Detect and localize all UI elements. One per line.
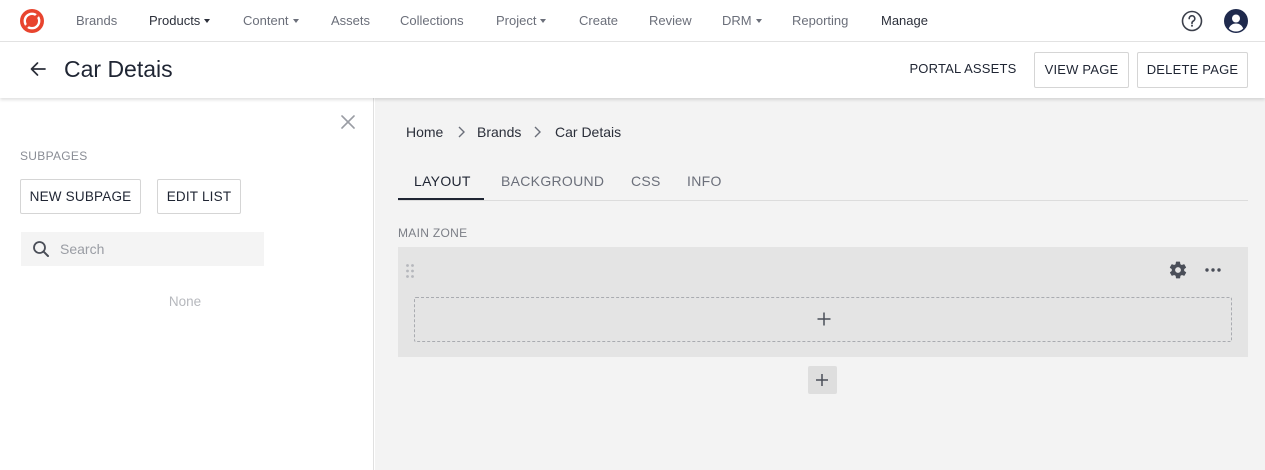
delete-page-button[interactable]: DELETE PAGE — [1137, 52, 1248, 88]
top-navigation-bar: Brands Products Content Assets Collectio… — [0, 0, 1265, 42]
tab-css[interactable]: CSS — [631, 173, 661, 189]
breadcrumb-current: Car Detais — [555, 124, 622, 140]
page-header: Car Detais PORTAL ASSETS VIEW PAGE DELET… — [0, 42, 1265, 98]
back-arrow-icon[interactable] — [28, 59, 48, 79]
tab-layout[interactable]: LAYOUT — [414, 173, 471, 189]
chevron-right-icon — [534, 126, 541, 138]
gear-icon[interactable] — [1168, 260, 1188, 280]
user-avatar-icon[interactable] — [1224, 9, 1248, 33]
nav-item-project[interactable]: Project — [496, 13, 547, 28]
nav-item-drm[interactable]: DRM — [722, 13, 762, 28]
search-icon — [33, 241, 49, 257]
view-page-button[interactable]: VIEW PAGE — [1034, 52, 1129, 88]
add-zone-button[interactable] — [808, 366, 837, 394]
help-circle-icon[interactable] — [1181, 10, 1203, 32]
edit-list-button[interactable]: EDIT LIST — [157, 179, 241, 214]
breadcrumb-home[interactable]: Home — [406, 124, 443, 140]
add-component-dropzone[interactable] — [414, 297, 1232, 342]
chevron-right-icon — [458, 126, 465, 138]
new-subpage-button[interactable]: NEW SUBPAGE — [20, 179, 141, 214]
search-input[interactable] — [60, 232, 260, 266]
editor-tabs: LAYOUT BACKGROUND CSS INFO — [398, 160, 1248, 201]
page-title: Car Detais — [64, 56, 173, 82]
chevron-down-icon — [540, 18, 547, 23]
tab-info[interactable]: INFO — [687, 173, 722, 189]
subpages-heading: SUBPAGES — [20, 149, 88, 163]
main-zone — [398, 247, 1248, 357]
close-icon[interactable] — [340, 114, 356, 130]
page-editor: Home Brands Car Detais LAYOUT BACKGROUND… — [375, 98, 1265, 470]
nav-item-manage[interactable]: Manage — [881, 13, 928, 28]
nav-item-collections[interactable]: Collections — [400, 13, 464, 28]
nav-item-reporting[interactable]: Reporting — [792, 13, 848, 28]
chevron-down-icon — [755, 18, 762, 23]
portal-assets-button[interactable]: PORTAL ASSETS — [902, 52, 1024, 88]
nav-item-products[interactable]: Products — [149, 13, 211, 28]
search-box — [21, 232, 264, 266]
more-options-icon[interactable] — [1203, 262, 1223, 278]
plus-icon — [817, 312, 831, 326]
nav-item-assets[interactable]: Assets — [331, 13, 370, 28]
chevron-down-icon — [204, 18, 211, 23]
nav-item-brands[interactable]: Brands — [76, 13, 117, 28]
nav-item-content[interactable]: Content — [243, 13, 299, 28]
subpages-panel: SUBPAGES NEW SUBPAGE EDIT LIST None — [0, 98, 374, 470]
brand-logo-icon[interactable] — [19, 8, 45, 34]
empty-subpages-text: None — [168, 294, 202, 309]
nav-item-review[interactable]: Review — [649, 13, 692, 28]
tab-background[interactable]: BACKGROUND — [501, 173, 604, 189]
nav-item-create[interactable]: Create — [579, 13, 618, 28]
active-tab-indicator — [398, 198, 484, 200]
main-zone-label: MAIN ZONE — [398, 226, 468, 240]
chevron-down-icon — [292, 18, 299, 23]
drag-handle-icon[interactable] — [405, 263, 415, 279]
breadcrumb-brands[interactable]: Brands — [477, 124, 521, 140]
plus-icon — [816, 374, 828, 386]
